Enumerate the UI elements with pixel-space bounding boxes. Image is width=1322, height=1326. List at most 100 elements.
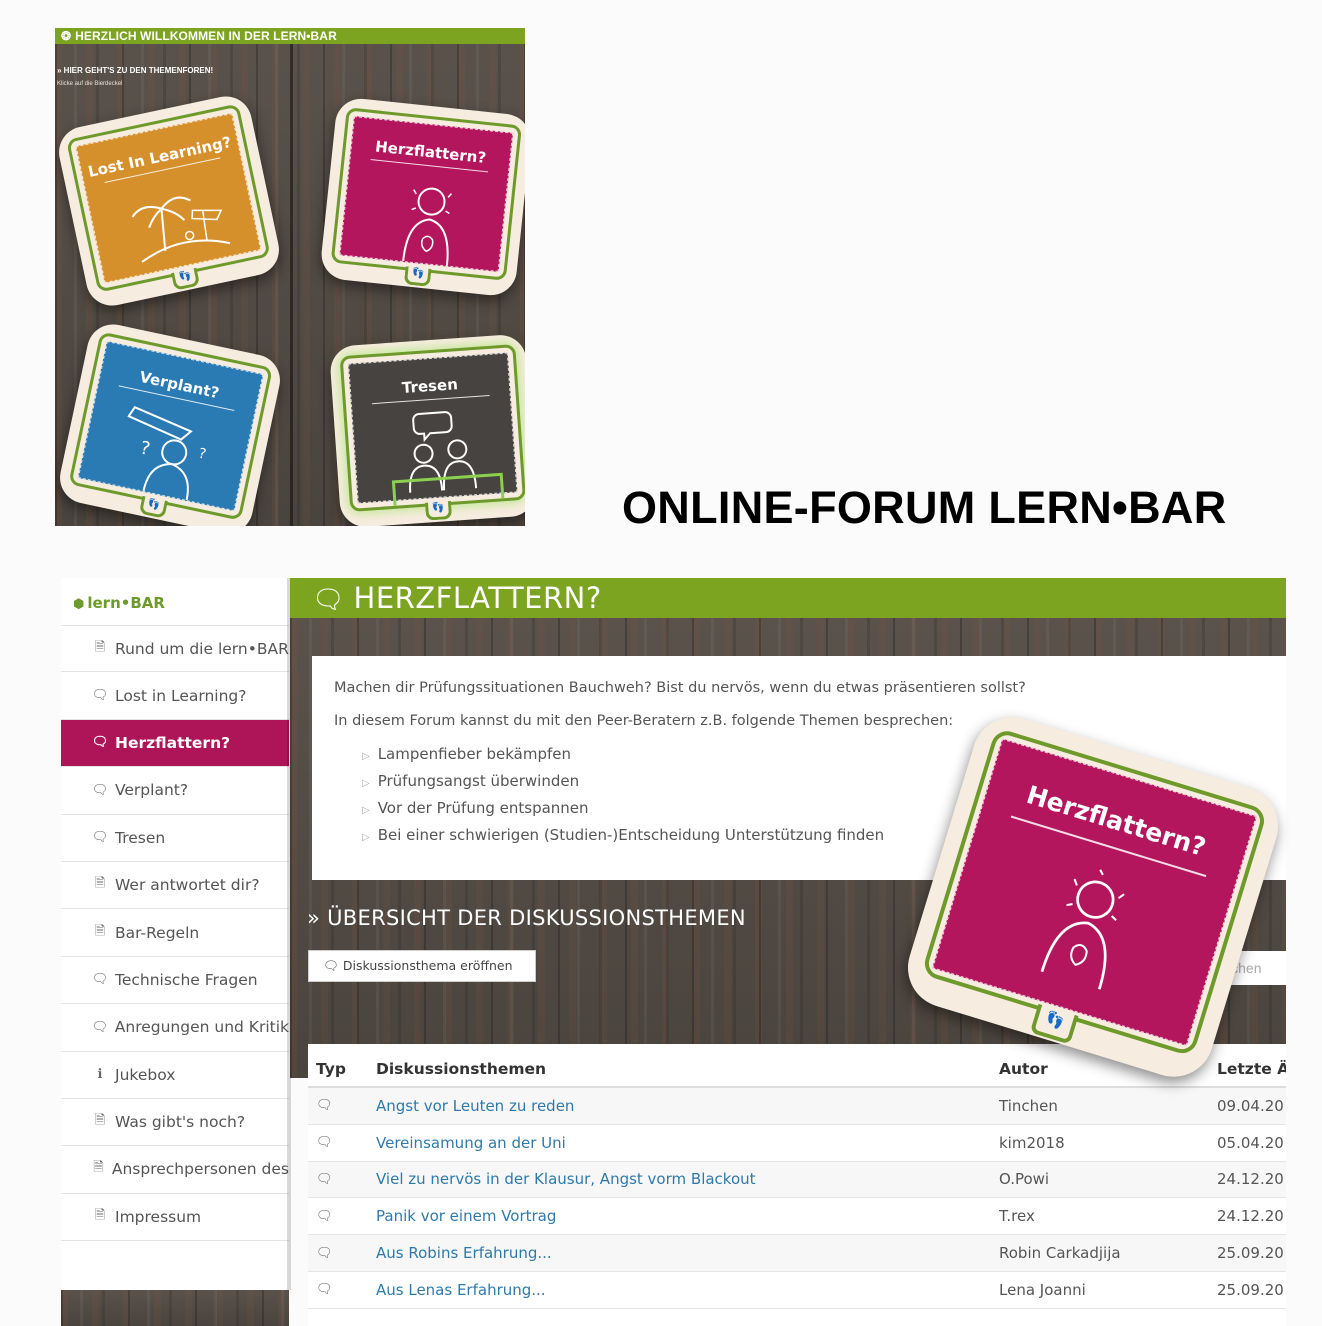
sidebar-item-label: Technische Fragen — [115, 970, 258, 989]
table-row: 🗨 Viel zu nervös in der Klausur, Angst v… — [308, 1161, 1286, 1199]
sidebar-item-label: Bar-Regeln — [115, 923, 200, 942]
doc-icon: 🗎 — [94, 1113, 106, 1129]
sidebar-item-label: Anregungen und Kritik — [114, 1018, 289, 1037]
date-cell: 25.09.20 — [1217, 1280, 1284, 1299]
discussion-link[interactable]: Viel zu nervös in der Klausur, Angst vor… — [376, 1170, 756, 1188]
chat-icon: 🗨 — [316, 1135, 333, 1151]
arrow-icon: ▷ — [362, 778, 370, 789]
new-discussion-button[interactable]: 🗨 Diskussionsthema eröffnen — [308, 950, 536, 982]
intro-text: In diesem Forum kannst du mit den Peer-B… — [334, 713, 954, 729]
footprints-icon: 👣 — [424, 500, 453, 521]
discussion-title-cell: Viel zu nervös in der Klausur, Angst vor… — [376, 1170, 999, 1188]
topic-label: Vor der Prüfung entspannen — [377, 799, 589, 817]
new-discussion-label: Diskussionsthema eröffnen — [342, 958, 513, 973]
discussion-link[interactable]: Vereinsamung an der Uni — [376, 1134, 566, 1152]
forum-title: HERZFLATTERN? — [353, 581, 602, 615]
table-row: 🗨 Aus Lenas Erfahrung... Lena Joanni 25.… — [308, 1272, 1286, 1309]
chat-icon: 🗨 — [316, 1098, 333, 1114]
sidebar-item-impressum[interactable]: 🗎 Impressum — [61, 1194, 289, 1242]
sidebar-item-wer-antwortet[interactable]: 🗎 Wer antwortet dir? — [61, 862, 289, 910]
sidebar-item-technische-fragen[interactable]: 🗨 Technische Fragen — [61, 957, 289, 1005]
coaster-hint: Klicke auf die Bierdeckel — [57, 81, 123, 87]
sidebar-item-herzflattern[interactable]: 🗨 Herzflattern? — [61, 719, 289, 768]
page-title: ONLINE-FORUM LERN•BAR — [622, 482, 1227, 533]
discussion-link[interactable]: Aus Robins Erfahrung... — [376, 1244, 552, 1262]
coaster-lost-in-learning[interactable]: Lost In Learning? 👣 — [55, 91, 284, 311]
sidebar-item-jukebox[interactable]: ℹ Jukebox — [61, 1052, 289, 1099]
coaster-frame: Lost In Learning? — [66, 103, 271, 293]
discussion-title-cell: Aus Lenas Erfahrung... — [376, 1281, 999, 1299]
column-header-typ[interactable]: Typ — [308, 1060, 376, 1078]
sidebar-item-label: Verplant? — [115, 781, 189, 800]
svg-text:?: ? — [197, 446, 208, 463]
discussion-link[interactable]: Angst vor Leuten zu reden — [376, 1097, 574, 1115]
coaster-frame: Herzflattern? — [920, 727, 1268, 1058]
welcome-header: ❂ HERZLICH WILLKOMMEN IN DER LERN•BAR — [55, 28, 525, 44]
sidebar-item-ansprechpersonen[interactable]: 🗎 Ansprechpersonen des — [61, 1146, 289, 1194]
sidebar-item-rund-um[interactable]: 🗎 Rund um die lern•BAR — [61, 625, 289, 673]
topic-label: Bei einer schwierigen (Studien-)Entschei… — [377, 826, 885, 844]
sidebar-item-lost-in-learning[interactable]: 🗨 Lost in Learning? — [61, 672, 289, 720]
sidebar: ⬢ lern•BAR 🗎 Rund um die lern•BAR 🗨 Lost in… — [61, 578, 289, 1290]
forums-link[interactable]: » HIER GEHT'S ZU DEN THEMENFOREN! — [57, 66, 213, 75]
coaster-verplant[interactable]: Verplant? ? ? 👣 — [55, 319, 285, 526]
chat-icon: 🗨 — [91, 735, 109, 751]
coaster-frame: Verplant? ? ? — [68, 331, 273, 521]
discussion-link[interactable]: Aus Lenas Erfahrung... — [376, 1281, 546, 1299]
discussion-title-cell: Aus Robins Erfahrung... — [376, 1244, 999, 1262]
coaster-title: Verplant? — [137, 367, 221, 403]
welcome-panel: ❂ HERZLICH WILLKOMMEN IN DER LERN•BAR » H… — [55, 28, 525, 526]
sidebar-item-bar-regeln[interactable]: 🗎 Bar-Regeln — [61, 909, 289, 957]
wood-background — [61, 1290, 289, 1326]
coaster-title: Herzflattern? — [374, 137, 488, 168]
chat-icon: 🗨 — [91, 782, 109, 798]
sidebar-item-label: Impressum — [115, 1207, 202, 1226]
table-row: 🗨 Panik vor einem Vortrag T.rex 24.12.20 — [308, 1198, 1286, 1236]
date-cell: 24.12.20 — [1217, 1207, 1284, 1226]
sidebar-item-tresen[interactable]: 🗨 Tresen — [61, 815, 289, 862]
date-cell: 25.09.20 — [1217, 1244, 1284, 1263]
doc-icon: 🗎 — [94, 876, 106, 892]
discussion-overview-title: » ÜBERSICHT DER DISKUSSIONSTHEMEN — [307, 906, 746, 930]
doc-icon: 🗎 — [94, 639, 106, 655]
chat-icon: 🗨 — [316, 1208, 333, 1224]
coaster-frame: Herzflattern? — [330, 107, 522, 281]
chat-icon: 🗨 — [316, 1245, 333, 1261]
sidebar-item-label: Ansprechpersonen des — [111, 1160, 289, 1179]
coaster-card: Herzflattern? — [339, 116, 514, 272]
plank-divider — [290, 44, 293, 526]
coaster-tresen[interactable]: Tresen 👣 — [328, 333, 525, 526]
arrow-icon: ▷ — [362, 832, 370, 843]
date-cell: 24.12.20 — [1217, 1170, 1284, 1189]
table-body: 🗨 Angst vor Leuten zu reden Tinchen 09.0… — [308, 1088, 1286, 1309]
sidebar-item-label: Tresen — [115, 828, 166, 847]
author-cell: Robin Carkadjija — [999, 1244, 1121, 1263]
table-row: 🗨 Aus Robins Erfahrung... Robin Carkadji… — [308, 1235, 1286, 1272]
sidebar-item-anregungen[interactable]: 🗨 Anregungen und Kritik — [61, 1004, 289, 1052]
chat-icon: 🗨 — [91, 1019, 109, 1035]
author-cell: Lena Joanni — [999, 1280, 1086, 1299]
date-cell: 05.04.20 — [1217, 1133, 1284, 1152]
sidebar-item-label: Lost in Learning? — [115, 686, 247, 705]
coaster-herzflattern[interactable]: Herzflattern? 👣 — [319, 96, 525, 298]
sidebar-item-label: Herzflattern? — [115, 733, 231, 752]
column-header-date[interactable]: Letzte Ä — [1217, 1060, 1286, 1078]
doc-icon: 🗎 — [94, 1207, 106, 1223]
island-icon — [131, 196, 231, 263]
author-cell: O.Powi — [999, 1170, 1050, 1189]
info-icon: ℹ — [97, 1067, 103, 1083]
discussion-link[interactable]: Panik vor einem Vortrag — [376, 1207, 556, 1225]
column-header-title[interactable]: Diskussionsthemen — [376, 1060, 999, 1078]
sidebar-brand[interactable]: ⬢ lern•BAR — [61, 578, 289, 625]
cube-icon: ⬢ — [73, 597, 85, 612]
discussion-title-cell: Vereinsamung an der Uni — [376, 1134, 999, 1152]
topic-label: Lampenfieber bekämpfen — [377, 745, 571, 763]
discussion-title-cell: Panik vor einem Vortrag — [376, 1207, 999, 1225]
sidebar-item-was-gibts-noch[interactable]: 🗎 Was gibt's noch? — [61, 1099, 289, 1147]
author-cell: kim2018 — [999, 1133, 1065, 1152]
chatting-people-icon — [391, 411, 505, 506]
footprints-icon: 👣 — [171, 267, 201, 291]
chat-icon: 🗨 — [91, 688, 109, 704]
chat-icon: 🗨 — [316, 1282, 333, 1298]
sidebar-item-verplant[interactable]: 🗨 Verplant? — [61, 767, 289, 815]
